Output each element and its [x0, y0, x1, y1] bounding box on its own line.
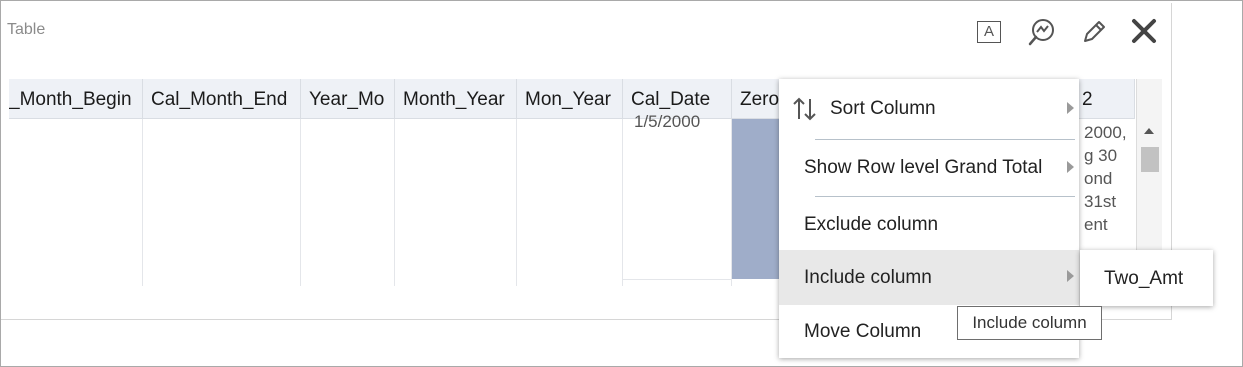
- table-cell: ent: [1084, 215, 1108, 234]
- column-header[interactable]: Mon_Year: [517, 79, 623, 119]
- sort-icon: [793, 97, 816, 121]
- submenu-item-label: Two_Amt: [1104, 268, 1184, 289]
- menu-item-exclude-column[interactable]: Exclude column: [779, 197, 1079, 250]
- submenu-arrow-icon: [1067, 270, 1074, 282]
- table-cell: 2000,: [1084, 123, 1127, 142]
- table-cell: 1/5/2000: [634, 112, 701, 131]
- view-title: Table: [7, 21, 46, 38]
- submenu-item-two-amt[interactable]: Two_Amt: [1080, 250, 1213, 306]
- menu-item-sort-column[interactable]: Sort Column: [779, 79, 1079, 139]
- table-cell: g 30: [1084, 146, 1118, 165]
- column-header[interactable]: Month_Year: [395, 79, 517, 119]
- menu-item-label: Include column: [804, 267, 932, 288]
- column-header[interactable]: _Month_Begin: [9, 79, 143, 119]
- column-header[interactable]: Cal_Month_End: [143, 79, 301, 119]
- table-cell: 31st: [1084, 192, 1117, 211]
- submenu-arrow-icon: [1067, 161, 1074, 173]
- edit-button[interactable]: [1079, 17, 1109, 47]
- analyze-button[interactable]: [1027, 17, 1057, 47]
- close-icon: [1132, 19, 1156, 43]
- menu-item-label: Show Row level Grand Total: [804, 157, 1043, 178]
- submenu-arrow-icon: [1067, 102, 1074, 114]
- scroll-up-icon[interactable]: [1144, 128, 1154, 134]
- menu-item-label: Move Column: [804, 321, 922, 342]
- include-column-submenu: Two_Amt: [1080, 250, 1213, 306]
- cell-divider: [623, 279, 731, 280]
- pencil-edit-icon: [1084, 21, 1105, 42]
- menu-item-show-row-level-grand-total[interactable]: Show Row level Grand Total: [779, 140, 1079, 196]
- scroll-thumb[interactable]: [1141, 147, 1159, 172]
- table-cell: ond: [1084, 169, 1113, 188]
- menu-item-label: Exclude column: [804, 214, 939, 235]
- menu-item-label: Sort Column: [830, 98, 936, 119]
- format-text-icon: A: [977, 21, 1001, 43]
- column-header[interactable]: Year_Mo: [301, 79, 395, 119]
- analyze-icon: [1028, 19, 1054, 46]
- format-text-button[interactable]: A: [974, 17, 1004, 47]
- tooltip: Include column: [957, 306, 1102, 340]
- close-button[interactable]: [1129, 17, 1159, 47]
- menu-item-include-column[interactable]: Include column: [779, 250, 1079, 305]
